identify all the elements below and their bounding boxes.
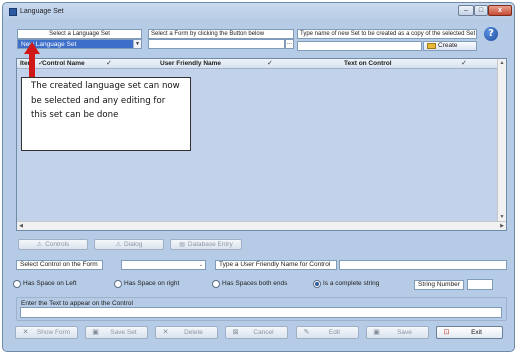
show-form-button[interactable]: ✕ Show Form bbox=[15, 326, 78, 339]
radio-complete-string[interactable]: Is a complete string bbox=[313, 280, 379, 288]
column-user-friendly-name[interactable]: User Friendly Name bbox=[160, 60, 221, 67]
warning-icon: ⚠ bbox=[115, 242, 121, 248]
title-bar: Language Set – □ x bbox=[3, 3, 514, 21]
control-text-input[interactable] bbox=[20, 307, 502, 318]
warning-icon: ⚠ bbox=[36, 242, 43, 248]
delete-button[interactable]: ✕ Delete bbox=[155, 326, 218, 339]
column-text-on-control[interactable]: Text on Control bbox=[344, 60, 392, 67]
horizontal-scrollbar[interactable]: ◀ ▶ bbox=[17, 221, 506, 230]
form-select-label: Select a Form by clicking the Button bel… bbox=[148, 29, 294, 39]
save-button[interactable]: ▣ Save bbox=[366, 326, 429, 339]
friendly-name-label: Type a User Friendly Name for Control bbox=[215, 260, 337, 270]
database-icon: ▤ bbox=[179, 242, 185, 248]
form-browse-button[interactable]: ... bbox=[285, 39, 294, 49]
window-title: Language Set bbox=[20, 8, 64, 15]
column-text-on-control-check-icon[interactable]: ✓ bbox=[461, 59, 467, 67]
help-icon[interactable]: ? bbox=[484, 27, 498, 41]
grid-header: Item ✓ Control Name ✓ User Friendly Name… bbox=[17, 59, 506, 69]
save-set-button[interactable]: ▣ Save Set bbox=[85, 326, 148, 339]
language-set-label: Select a Language Set bbox=[17, 29, 142, 39]
create-button-label: Create bbox=[438, 42, 458, 49]
column-control-name[interactable]: Control Name bbox=[42, 60, 85, 67]
show-form-button-label: Show Form bbox=[36, 329, 71, 336]
control-text-label: Enter the Text to appear on the Control bbox=[21, 300, 133, 307]
chevron-down-icon[interactable]: ▼ bbox=[133, 40, 141, 48]
edit-button-label: Edit bbox=[328, 329, 341, 336]
save-button-label: Save bbox=[397, 329, 412, 336]
app-icon bbox=[9, 8, 17, 16]
database-entry-button-label: Database Entry bbox=[187, 241, 233, 248]
scroll-right-icon[interactable]: ▶ bbox=[498, 222, 506, 230]
vertical-scrollbar[interactable]: ▲ ▼ bbox=[497, 59, 506, 221]
string-number-label: String Number bbox=[414, 280, 464, 290]
exit-button[interactable]: ⊡ Exit bbox=[436, 326, 503, 339]
red-arrow-icon bbox=[24, 42, 40, 80]
cancel-button[interactable]: ⊠ Cancel bbox=[225, 326, 288, 339]
exit-button-label: Exit bbox=[471, 329, 482, 336]
column-user-friendly-name-check-icon[interactable]: ✓ bbox=[267, 59, 273, 67]
friendly-name-input[interactable] bbox=[339, 260, 507, 270]
column-control-name-check-icon[interactable]: ✓ bbox=[106, 59, 112, 67]
scroll-down-icon[interactable]: ▼ bbox=[498, 213, 506, 221]
edit-button[interactable]: ✎ Edit bbox=[296, 326, 359, 339]
copy-set-name-input[interactable] bbox=[297, 41, 422, 51]
language-set-window: Language Set – □ x Select a Language Set… bbox=[2, 2, 515, 352]
delete-button-label: Delete bbox=[184, 329, 203, 336]
control-text-group: Enter the Text to appear on the Control bbox=[16, 297, 507, 321]
controls-button-label: Controls bbox=[45, 241, 70, 248]
scroll-left-icon[interactable]: ◀ bbox=[17, 222, 25, 230]
create-button[interactable]: Create bbox=[423, 41, 477, 51]
radio-space-left[interactable]: Has Space on Left bbox=[13, 280, 76, 288]
dialog-button[interactable]: ⚠ Dialog bbox=[94, 239, 164, 250]
close-button[interactable]: x bbox=[488, 5, 512, 16]
select-control-label: Select Control on the Form bbox=[16, 260, 103, 270]
radio-space-right[interactable]: Has Space on right bbox=[114, 280, 179, 288]
string-number-input[interactable] bbox=[467, 279, 493, 290]
maximize-button[interactable]: □ bbox=[474, 5, 488, 16]
chevron-down-icon[interactable]: ⌄ bbox=[197, 261, 205, 269]
dialog-button-label: Dialog bbox=[123, 241, 143, 248]
select-control-dropdown[interactable]: ⌄ bbox=[121, 260, 206, 270]
controls-button[interactable]: ⚠ Controls bbox=[18, 239, 88, 250]
cancel-button-label: Cancel bbox=[253, 329, 274, 336]
copy-set-label: Type name of new Set to be created as a … bbox=[297, 29, 477, 39]
database-entry-button[interactable]: ▤ Database Entry bbox=[170, 239, 242, 250]
form-field[interactable] bbox=[148, 39, 285, 49]
annotation-callout: The created language set can now be sele… bbox=[21, 77, 191, 151]
radio-spaces-both-ends[interactable]: Has Spaces both ends bbox=[212, 280, 287, 288]
folder-icon bbox=[427, 43, 436, 49]
save-set-button-label: Save Set bbox=[110, 329, 137, 336]
scroll-up-icon[interactable]: ▲ bbox=[498, 59, 506, 67]
minimize-button[interactable]: – bbox=[458, 5, 474, 16]
